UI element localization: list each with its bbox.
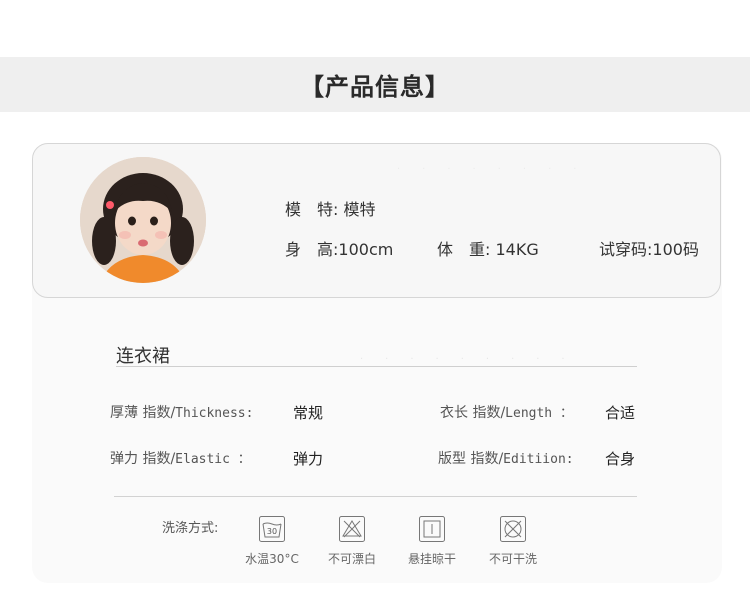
page-title: 【产品信息】 [300,73,450,101]
edition-value: 合身 [605,450,636,468]
height-label: 身 高: [285,240,339,259]
elastic-label-en: Elastic ： [175,452,251,467]
elastic-value: 弹力 [293,450,324,468]
section-divider [114,496,637,497]
model-avatar [80,157,206,283]
elastic-label-cn: 弹力 指数/ [110,451,176,467]
model-card: ········ 模 特: 模特 身 高:100cm 体 重: 14KG 试穿码… [32,143,721,298]
wash-caption: 水温30°C [245,552,299,566]
wash-item-no-dry-clean: 不可干洗 [473,515,553,567]
length-label-cn: 衣长 指数/ [440,405,506,421]
wash-item-no-bleach: 不可漂白 [312,515,392,567]
weight-value: 14KG [495,240,539,259]
decorative-dots: ········· [360,354,587,365]
model-value: 模特 [343,200,376,219]
model-height-row: 身 高:100cm [285,236,393,260]
hang-dry-icon [419,516,445,542]
edition-label-en: Editiion: [503,452,574,467]
height-value: 100cm [338,240,394,259]
wash-30-icon: 30 [259,516,285,542]
weight-label: 体 重: [437,240,491,259]
edition-label-cn: 版型 指数/ [438,451,504,467]
thickness-label: 厚薄 指数/Thickness: [110,402,253,422]
wash-item-hang-dry: 悬挂晾干 [392,515,472,567]
product-name: 连衣裙 [116,346,170,367]
edition-label: 版型 指数/Editiion: [438,448,574,468]
wash-item-30: 30 水温30°C [232,515,312,567]
size-label: 试穿码: [599,240,653,259]
thickness-label-cn: 厚薄 指数/ [110,405,176,421]
no-bleach-icon [339,516,365,542]
length-label: 衣长 指数/Length ： [440,402,573,422]
model-label: 模 特: [285,200,339,219]
model-name-row: 模 特: 模特 [285,196,376,220]
washing-label: 洗涤方式: [162,521,219,536]
product-name-underline [116,366,637,367]
header-band: 【产品信息】 [0,57,750,112]
size-value: 100码 [652,240,699,259]
length-label-en: Length ： [505,406,573,421]
no-dry-clean-icon [500,516,526,542]
decorative-dots: ········ [397,164,599,175]
wash-caption: 不可干洗 [488,552,537,566]
length-value: 合适 [605,404,636,422]
wash-caption: 不可漂白 [327,552,376,566]
model-weight-row: 体 重: 14KG [437,236,539,260]
wash-caption: 悬挂晾干 [407,552,456,566]
svg-text:30: 30 [267,527,277,536]
model-size-row: 试穿码:100码 [599,236,699,260]
thickness-value: 常规 [293,404,324,422]
elastic-label: 弹力 指数/Elastic ： [110,448,251,468]
thickness-label-en: Thickness: [175,406,254,421]
